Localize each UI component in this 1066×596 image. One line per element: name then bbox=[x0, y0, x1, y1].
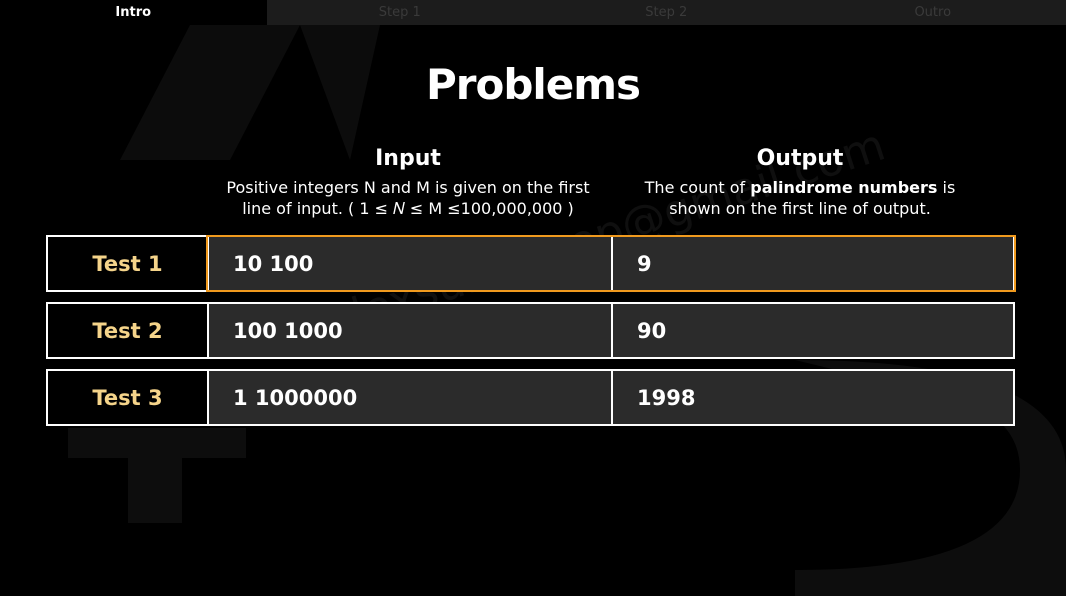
test-output-value: 1998 bbox=[611, 371, 1013, 424]
progress-tabs: Intro Step 1 Step 2 Outro bbox=[0, 0, 1066, 25]
tab-step-2[interactable]: Step 2 bbox=[533, 0, 800, 25]
test-row-2[interactable]: Test 2 100 1000 90 bbox=[46, 302, 1015, 359]
output-description-line2: shown on the first line of output. bbox=[669, 199, 931, 218]
test-label: Test 2 bbox=[48, 304, 207, 357]
output-header: Output The count of palindrome numbers i… bbox=[610, 146, 990, 219]
test-input-value: 1 1000000 bbox=[207, 371, 611, 424]
output-description-line1: The count of palindrome numbers is bbox=[610, 177, 990, 198]
test-input-value: 10 100 bbox=[207, 237, 611, 290]
test-label: Test 3 bbox=[48, 371, 207, 424]
tab-step-1[interactable]: Step 1 bbox=[266, 0, 533, 25]
input-description-line2: line of input. ( 1 ≤ 𝑁 ≤ M ≤100,000,000 … bbox=[242, 199, 574, 218]
input-header: Input Positive integers N and M is given… bbox=[206, 146, 610, 219]
input-heading: Input bbox=[375, 146, 441, 171]
slide: alexsummoop@gmail.com Intro Step 1 Step … bbox=[0, 0, 1066, 596]
test-row-3[interactable]: Test 3 1 1000000 1998 bbox=[46, 369, 1015, 426]
tab-outro[interactable]: Outro bbox=[799, 0, 1066, 25]
test-input-value: 100 1000 bbox=[207, 304, 611, 357]
test-output-value: 90 bbox=[611, 304, 1013, 357]
output-heading: Output bbox=[756, 146, 844, 171]
input-description-line1: Positive integers N and M is given on th… bbox=[226, 178, 590, 197]
test-label: Test 1 bbox=[48, 237, 207, 290]
output-desc-pre: The count of bbox=[644, 178, 751, 197]
test-output-value: 9 bbox=[611, 237, 1013, 290]
tab-intro[interactable]: Intro bbox=[0, 0, 267, 25]
output-desc-bold: palindrome numbers bbox=[750, 178, 938, 197]
page-title: Problems bbox=[425, 60, 641, 109]
output-desc-post: is bbox=[937, 178, 956, 197]
test-row-1[interactable]: Test 1 10 100 9 bbox=[46, 235, 1015, 292]
